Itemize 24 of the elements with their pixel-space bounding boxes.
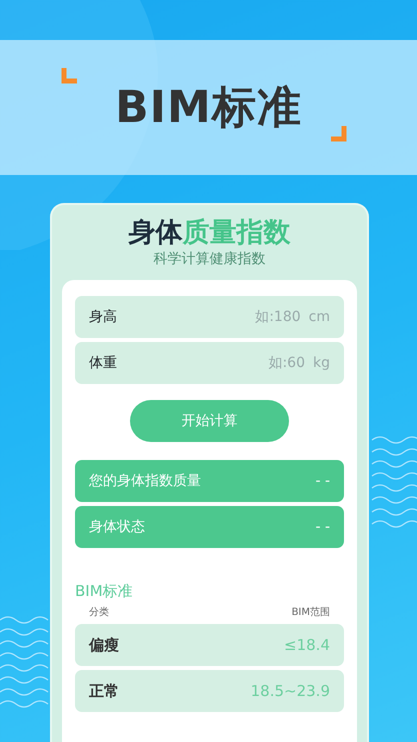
category-text: 偏瘦 bbox=[89, 634, 119, 656]
category-text: 正常 bbox=[89, 680, 119, 702]
input-field[interactable]: 身高 如:180 cm bbox=[75, 296, 344, 338]
input-text[interactable]: 如:60 bbox=[117, 352, 307, 375]
corner-bracket-icon bbox=[331, 126, 347, 142]
corner-bracket-icon bbox=[61, 68, 77, 84]
field-label: 体重 bbox=[89, 354, 117, 373]
unit-label: cm bbox=[308, 308, 330, 327]
result-label: 您的身体指数质量 bbox=[89, 472, 201, 491]
input-field[interactable]: 体重 如:60 kg bbox=[75, 342, 344, 384]
section-title: BIM标准 bbox=[75, 581, 134, 602]
unit-label: kg bbox=[313, 354, 330, 373]
result-label: 身体状态 bbox=[89, 518, 145, 537]
column-header: 分类 bbox=[89, 606, 109, 620]
banner-title: BIM标准 bbox=[115, 80, 302, 134]
card-subtitle: 科学计算健康指数 bbox=[152, 250, 266, 270]
column-header: BIM范围 bbox=[292, 606, 330, 620]
result-value: - - bbox=[315, 472, 330, 491]
input-text[interactable]: 如:180 bbox=[117, 306, 303, 329]
card-title: 身体质量指数 bbox=[127, 217, 292, 250]
field-label: 身高 bbox=[89, 308, 117, 327]
result-value: - - bbox=[315, 518, 330, 537]
range-text: ≤18.4 bbox=[284, 634, 330, 656]
range-text: 18.5~23.9 bbox=[250, 680, 330, 702]
